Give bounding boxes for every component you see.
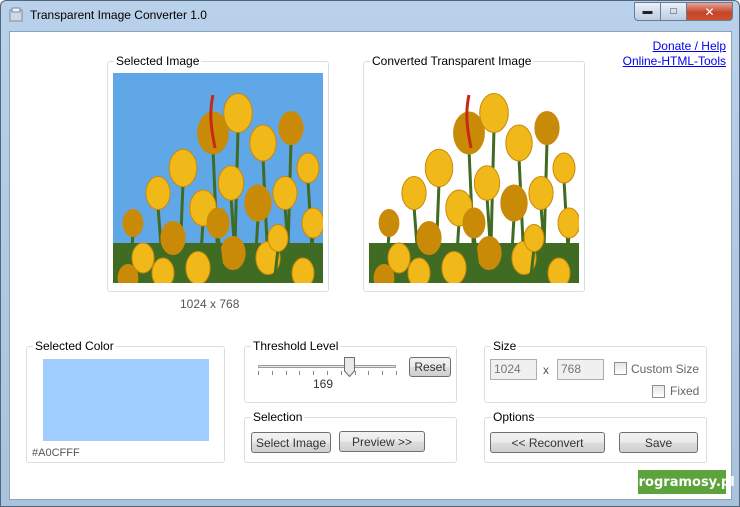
maximize-button[interactable]: □ bbox=[661, 2, 687, 21]
size-separator: x bbox=[543, 363, 549, 377]
window-controls: ▬ □ ✕ bbox=[634, 2, 733, 21]
threshold-slider-track[interactable] bbox=[258, 365, 396, 368]
tulip-flower bbox=[401, 176, 427, 210]
tulip-flower bbox=[523, 224, 545, 252]
tulip-image bbox=[113, 73, 323, 283]
tulip-flower bbox=[168, 148, 198, 188]
tulip-flower bbox=[291, 257, 315, 283]
tulip-flower bbox=[223, 93, 253, 133]
tulip-flower bbox=[244, 184, 272, 222]
tulip-flower bbox=[160, 221, 186, 255]
selected-image-preview[interactable] bbox=[113, 73, 323, 283]
online-html-tools-link[interactable]: Online-HTML-Tools bbox=[623, 54, 726, 69]
tulip-flower bbox=[122, 209, 144, 237]
tulip-flower bbox=[557, 207, 579, 239]
tulip-flower bbox=[249, 124, 277, 162]
app-icon bbox=[9, 7, 23, 22]
threshold-slider-thumb[interactable] bbox=[344, 357, 356, 377]
app-window: Transparent Image Converter 1.0 ▬ □ ✕ Do… bbox=[0, 0, 740, 507]
slider-tick bbox=[258, 371, 259, 375]
tulip-flower bbox=[547, 257, 571, 283]
tulip-flower bbox=[217, 165, 245, 201]
converted-image-label: Converted Transparent Image bbox=[370, 54, 534, 68]
save-button[interactable]: Save bbox=[619, 432, 698, 453]
tulip-flower bbox=[296, 152, 320, 184]
tulip-transparent-image bbox=[369, 73, 579, 283]
minimize-button[interactable]: ▬ bbox=[634, 2, 661, 21]
threshold-label: Threshold Level bbox=[251, 339, 341, 353]
tulip-flower bbox=[267, 224, 289, 252]
tulip-flower bbox=[476, 236, 502, 270]
close-button[interactable]: ✕ bbox=[687, 2, 733, 21]
tulip-flower bbox=[462, 207, 486, 239]
fixed-checkbox[interactable] bbox=[652, 385, 665, 398]
preview-button[interactable]: Preview >> bbox=[339, 431, 425, 452]
slider-tick bbox=[327, 371, 328, 375]
selected-image-label: Selected Image bbox=[114, 54, 202, 68]
select-image-button[interactable]: Select Image bbox=[251, 432, 331, 453]
width-input[interactable]: 1024 bbox=[490, 359, 537, 380]
slider-tick bbox=[368, 371, 370, 375]
tulip-flower bbox=[407, 257, 431, 283]
image-dimensions: 1024 x 768 bbox=[180, 297, 240, 311]
tulip-flower bbox=[151, 257, 175, 283]
help-links: Donate / Help Online-HTML-Tools bbox=[623, 39, 726, 69]
slider-tick bbox=[299, 371, 301, 375]
title-bar[interactable]: Transparent Image Converter 1.0 ▬ □ ✕ bbox=[1, 1, 739, 31]
reset-button[interactable]: Reset bbox=[409, 357, 451, 377]
slider-tick bbox=[396, 371, 397, 375]
tulip-flower bbox=[185, 251, 211, 283]
tulip-flower bbox=[301, 207, 323, 239]
tulip-flower bbox=[206, 207, 230, 239]
slider-tick bbox=[354, 371, 356, 375]
tulip-flower bbox=[278, 111, 304, 145]
color-hex-value: #A0CFFF bbox=[32, 447, 80, 459]
slider-tick bbox=[340, 371, 342, 375]
tulip-flower bbox=[378, 209, 400, 237]
donate-help-link[interactable]: Donate / Help bbox=[623, 39, 726, 54]
watermark-logo: programosy.pl bbox=[629, 470, 735, 494]
tulip-flower bbox=[534, 111, 560, 145]
color-swatch[interactable] bbox=[43, 359, 209, 441]
tulip-flower bbox=[145, 176, 171, 210]
tulip-flower bbox=[220, 236, 246, 270]
tulip-flower bbox=[479, 93, 509, 133]
slider-tick bbox=[313, 371, 315, 375]
threshold-value: 169 bbox=[313, 377, 334, 391]
options-label: Options bbox=[491, 410, 537, 424]
selection-label: Selection bbox=[251, 410, 305, 424]
tulip-flower bbox=[552, 152, 576, 184]
slider-tick bbox=[271, 371, 273, 375]
slider-tick bbox=[382, 371, 384, 375]
slider-tick bbox=[285, 371, 287, 375]
fixed-label: Fixed bbox=[670, 384, 700, 398]
client-area: Donate / Help Online-HTML-Tools Selected… bbox=[9, 31, 735, 500]
tulip-flower bbox=[500, 184, 528, 222]
custom-size-checkbox[interactable] bbox=[614, 362, 627, 375]
selected-color-label: Selected Color bbox=[33, 339, 116, 353]
converted-image-preview[interactable] bbox=[369, 73, 579, 283]
reconvert-button[interactable]: << Reconvert bbox=[490, 432, 605, 453]
tulip-flower bbox=[272, 176, 298, 210]
custom-size-label: Custom Size bbox=[631, 362, 700, 376]
window-title: Transparent Image Converter 1.0 bbox=[30, 8, 207, 22]
height-input[interactable]: 768 bbox=[557, 359, 604, 380]
tulip-flower bbox=[528, 176, 554, 210]
tulip-flower bbox=[441, 251, 467, 283]
tulip-flower bbox=[505, 124, 533, 162]
tulip-flower bbox=[424, 148, 454, 188]
size-label: Size bbox=[491, 339, 519, 353]
tulip-flower bbox=[416, 221, 442, 255]
tulip-flower bbox=[473, 165, 501, 201]
